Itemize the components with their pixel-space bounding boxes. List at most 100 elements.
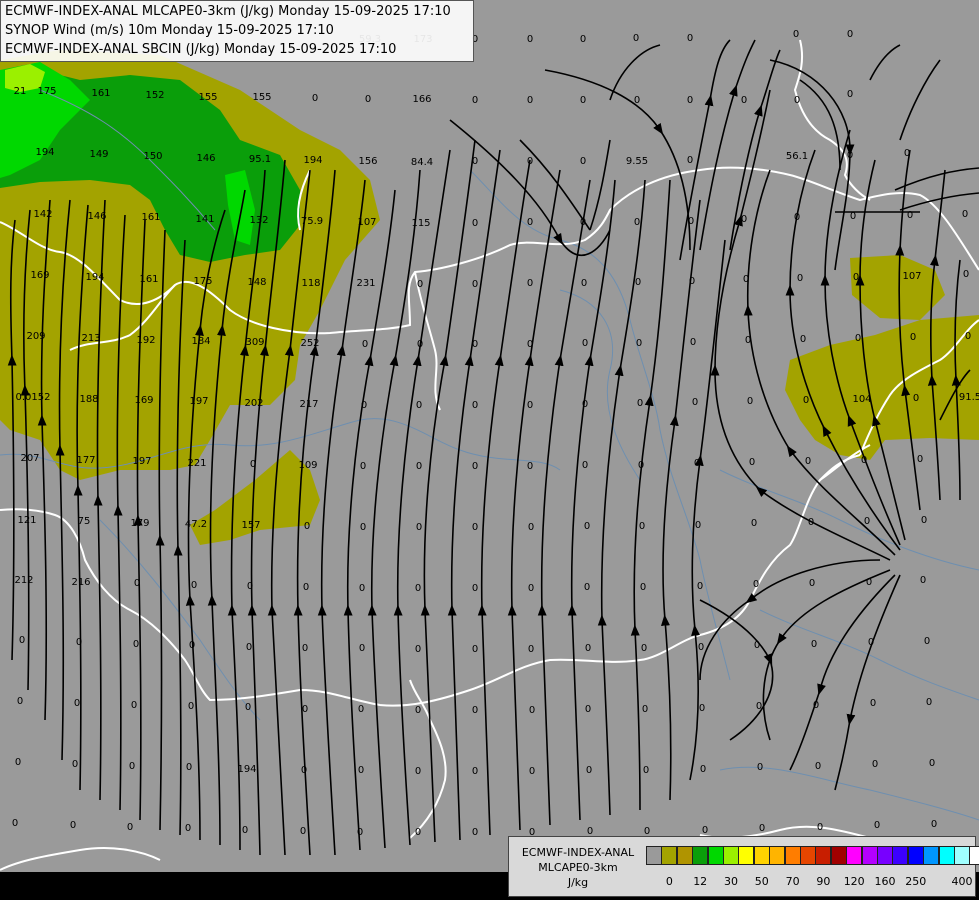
cape-value-label: 0	[741, 214, 747, 225]
cape-value-label: 0	[813, 700, 819, 711]
cape-value-label: 179	[130, 518, 149, 529]
cape-value-label: 0	[643, 765, 649, 776]
cape-value-label: 177	[76, 455, 95, 466]
cape-value-label: 0	[527, 156, 533, 167]
cape-value-label: 0	[582, 460, 588, 471]
map-canvas[interactable]: 21175161152155155001660000000059.3173000…	[0, 0, 979, 900]
cape-value-label: 175	[37, 86, 56, 97]
cape-value-label: 0	[359, 583, 365, 594]
cape-value-label: 0	[874, 820, 880, 831]
cape-value-label: 0	[907, 210, 913, 221]
legend-tick-label: 250	[905, 875, 927, 888]
cape-value-label: 169	[30, 270, 49, 281]
cape-value-label: 0	[189, 640, 195, 651]
cape-value-label: 207	[20, 453, 39, 464]
cape-value-label: 84.4	[411, 157, 433, 168]
cape-value-label: 115	[411, 218, 430, 229]
cape-value-label: 155	[198, 92, 217, 103]
cape-value-label: 0	[745, 335, 751, 346]
cape-value-label: 0	[866, 577, 872, 588]
cape-value-label: 0	[580, 217, 586, 228]
legend-swatch	[769, 846, 786, 865]
cape-value-label: 0	[861, 455, 867, 466]
cape-value-label: 0	[74, 698, 80, 709]
cape-value-label: 0	[687, 155, 693, 166]
cape-value-label: 0	[303, 582, 309, 593]
cape-value-label: 9.55	[626, 156, 648, 167]
cape-value-label: 0	[529, 705, 535, 716]
legend-swatch	[892, 846, 909, 865]
cape-value-label: 0	[360, 522, 366, 533]
cape-value-label: 0	[753, 579, 759, 590]
legend-swatch	[969, 846, 979, 865]
cape-value-label: 0	[805, 456, 811, 467]
cape-value-label: 0	[362, 339, 368, 350]
cape-value-label: 0	[472, 766, 478, 777]
cape-value-label: 56.1	[786, 151, 808, 162]
legend-swatch	[723, 846, 739, 865]
cape-value-label: 252	[300, 338, 319, 349]
cape-value-label: 0	[472, 279, 478, 290]
cape-value-label: 0	[301, 765, 307, 776]
cape-value-label: 0	[358, 704, 364, 715]
cape-value-label: 0	[580, 34, 586, 45]
cape-value-label: 0	[417, 339, 423, 350]
cape-value-label: 0	[904, 148, 910, 159]
cape-value-label: 0	[921, 515, 927, 526]
cape-value-label: 121	[17, 515, 36, 526]
cape-value-label: 0	[747, 396, 753, 407]
cape-value-label: 0	[360, 461, 366, 472]
cape-value-label: 0	[689, 276, 695, 287]
cape-value-label: 156	[358, 156, 377, 167]
cape-value-label: 0	[639, 521, 645, 532]
cape-value-label: 0	[581, 278, 587, 289]
color-legend: ECMWF-INDEX-ANAL MLCAPE0-3km J/kg 0 12 30 5…	[508, 836, 979, 897]
cape-value-label: 188	[79, 394, 98, 405]
cape-value-label: 107	[357, 217, 376, 228]
legend-swatch	[646, 846, 662, 865]
cape-value-label: 0	[472, 400, 478, 411]
cape-value-label: 0	[528, 644, 534, 655]
cape-value-label: 0	[872, 759, 878, 770]
cape-value-label: 0	[641, 643, 647, 654]
cape-value-label: 0	[527, 400, 533, 411]
legend-swatch	[830, 846, 847, 865]
legend-swatch	[800, 846, 816, 865]
cape-value-label: 155	[252, 92, 271, 103]
cape-value-label: 21	[14, 86, 27, 97]
cape-value-label: 0	[687, 33, 693, 44]
header-line-1: ECMWF-INDEX-ANAL MLCAPE0-3km (J/kg) Mond…	[5, 4, 451, 19]
cape-value-label: 0	[640, 582, 646, 593]
cape-value-label: 0	[527, 461, 533, 472]
cape-value-label: 0	[472, 218, 478, 229]
legend-swatch	[846, 846, 863, 865]
cape-value-label: 0	[754, 640, 760, 651]
cape-value-label: 0	[528, 522, 534, 533]
header-line-3: ECMWF-INDEX-ANAL SBCIN (J/kg) Monday 15-…	[5, 42, 397, 57]
cape-value-label: 0	[580, 156, 586, 167]
cape-value-label: 0	[926, 697, 932, 708]
cape-value-label: 0	[757, 762, 763, 773]
cape-value-label: 0	[131, 700, 137, 711]
cape-value-label: 209	[26, 331, 45, 342]
cape-value-label: 0	[415, 827, 421, 838]
cape-value-label: 0	[133, 639, 139, 650]
cape-value-label: 194	[237, 764, 256, 775]
cape-value-label: 0	[637, 398, 643, 409]
cape-value-label: 0	[920, 575, 926, 586]
cape-value-label: 0	[586, 765, 592, 776]
cape-value-label: 0	[687, 95, 693, 106]
cape-value-label: 0	[472, 705, 478, 716]
legend-swatch	[923, 846, 940, 865]
cape-value-label: 132	[249, 215, 268, 226]
cape-value-label: 157	[241, 520, 260, 531]
cape-value-label: 0	[870, 698, 876, 709]
cape-value-label: 75	[78, 516, 91, 527]
cape-value-label: 0	[580, 95, 586, 106]
cape-value-label: 0	[697, 581, 703, 592]
legend-tick-label: 160	[874, 875, 896, 888]
cape-value-label: 0	[127, 822, 133, 833]
legend-tick-label: 120	[843, 875, 865, 888]
cape-value-label: 0	[527, 339, 533, 350]
cape-value-label: 0	[365, 94, 371, 105]
